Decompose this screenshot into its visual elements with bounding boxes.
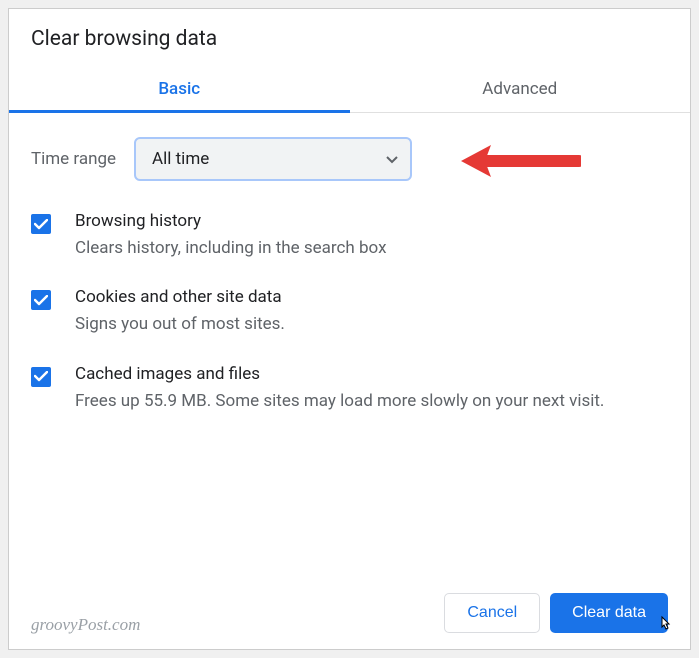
checkmark-icon (34, 295, 48, 306)
option-cached: Cached images and files Frees up 55.9 MB… (31, 364, 668, 414)
checkbox-cookies[interactable] (31, 290, 51, 310)
option-title: Cached images and files (75, 364, 604, 384)
checkbox-cached[interactable] (31, 367, 51, 387)
annotation-arrow-icon (461, 143, 581, 179)
time-range-select[interactable]: All time (134, 137, 412, 181)
watermark: groovyPost.com (31, 615, 140, 635)
option-title: Browsing history (75, 211, 387, 231)
clear-data-button[interactable]: Clear data (550, 593, 668, 633)
option-title: Cookies and other site data (75, 287, 285, 307)
time-range-label: Time range (31, 149, 116, 169)
checkmark-icon (34, 371, 48, 382)
dialog-body: Time range All time Browsing history Cle… (9, 113, 690, 414)
time-range-row: Time range All time (31, 137, 668, 181)
option-text: Cached images and files Frees up 55.9 MB… (75, 364, 604, 414)
time-range-value: All time (152, 149, 209, 169)
chevron-down-icon (386, 149, 398, 169)
checkmark-icon (34, 219, 48, 230)
option-desc: Clears history, including in the search … (75, 235, 387, 261)
option-cookies: Cookies and other site data Signs you ou… (31, 287, 668, 337)
option-text: Browsing history Clears history, includi… (75, 211, 387, 261)
option-browsing-history: Browsing history Clears history, includi… (31, 211, 668, 261)
tabs: Basic Advanced (9, 65, 690, 113)
dialog-title: Clear browsing data (9, 23, 690, 65)
option-desc: Signs you out of most sites. (75, 311, 285, 337)
dialog-footer: Cancel Clear data (444, 593, 668, 633)
tab-advanced[interactable]: Advanced (350, 65, 691, 112)
option-desc: Frees up 55.9 MB. Some sites may load mo… (75, 388, 604, 414)
clear-browsing-data-dialog: Clear browsing data Basic Advanced Time … (8, 8, 691, 650)
option-text: Cookies and other site data Signs you ou… (75, 287, 285, 337)
checkbox-browsing-history[interactable] (31, 214, 51, 234)
cancel-button[interactable]: Cancel (444, 593, 540, 633)
cursor-pointer-icon (656, 615, 674, 637)
clear-data-label: Clear data (572, 604, 646, 622)
tab-basic[interactable]: Basic (9, 65, 350, 112)
